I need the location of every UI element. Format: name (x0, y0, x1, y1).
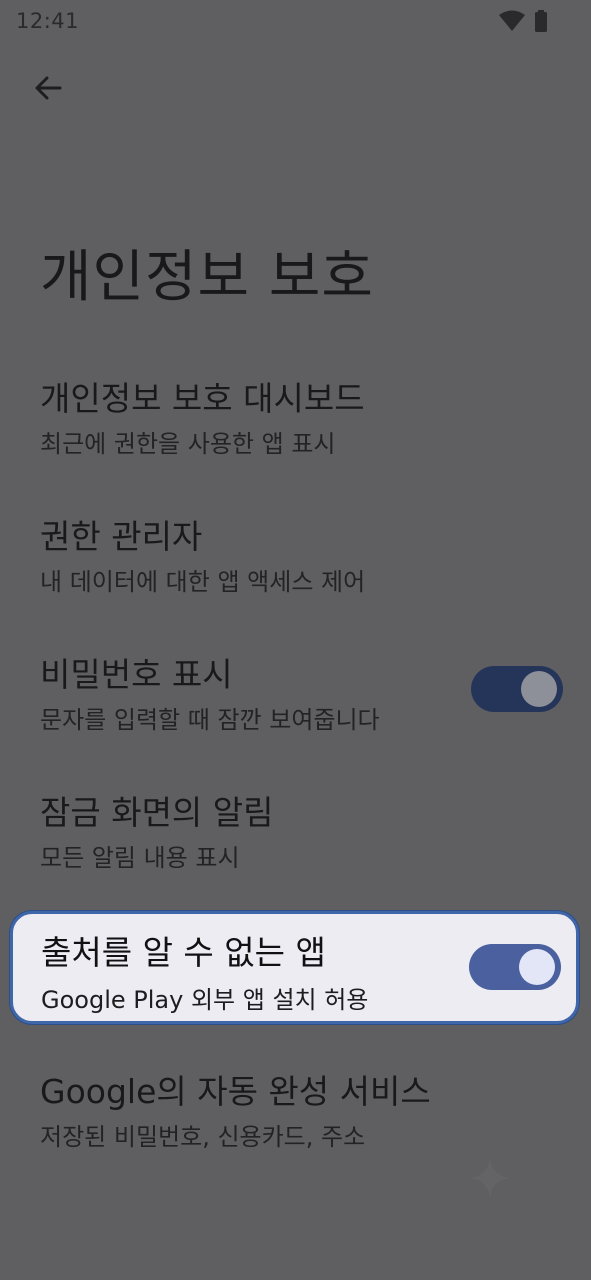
list-item-show-passwords[interactable]: 비밀번호 표시 문자를 입력할 때 잠깐 보여줍니다 (0, 638, 591, 748)
list-item-autofill-service[interactable]: Google의 자동 완성 서비스 저장된 비밀번호, 신용카드, 주소 (0, 1055, 591, 1165)
item-title: 개인정보 보호 대시보드 (40, 379, 365, 418)
list-item-permission-manager[interactable]: 권한 관리자 내 데이터에 대한 앱 액세스 제어 (0, 500, 591, 610)
list-item-lock-screen-notifications[interactable]: 잠금 화면의 알림 모든 알림 내용 표시 (0, 776, 591, 886)
item-title: 출처를 알 수 없는 앱 (41, 933, 326, 972)
toggle-knob (519, 949, 555, 985)
show-passwords-toggle[interactable] (471, 666, 563, 712)
item-subtitle: Google Play 외부 앱 설치 허용 (41, 986, 369, 1014)
item-title: 비밀번호 표시 (40, 655, 233, 694)
toggle-knob (521, 671, 557, 707)
status-time: 12:41 (16, 9, 80, 33)
item-title: 권한 관리자 (40, 517, 203, 556)
back-button[interactable] (22, 64, 74, 116)
item-subtitle: 저장된 비밀번호, 신용카드, 주소 (40, 1123, 366, 1151)
wifi-icon (499, 10, 525, 36)
item-subtitle: 모든 알림 내용 표시 (40, 844, 240, 872)
page-title: 개인정보 보호 (40, 245, 374, 310)
item-title: Google의 자동 완성 서비스 (40, 1072, 431, 1111)
list-item-privacy-dashboard[interactable]: 개인정보 보호 대시보드 최근에 권한을 사용한 앱 표시 (0, 362, 591, 472)
battery-icon (535, 10, 547, 36)
item-subtitle: 최근에 권한을 사용한 앱 표시 (40, 430, 336, 458)
arrow-left-icon (33, 73, 63, 107)
item-title: 잠금 화면의 알림 (40, 793, 274, 832)
sparkle-icon (470, 1158, 510, 1202)
item-subtitle: 문자를 입력할 때 잠깐 보여줍니다 (40, 706, 380, 734)
list-item-unknown-sources[interactable]: 출처를 알 수 없는 앱 Google Play 외부 앱 설치 허용 (10, 911, 579, 1024)
item-subtitle: 내 데이터에 대한 앱 액세스 제어 (40, 568, 366, 596)
unknown-sources-toggle[interactable] (469, 944, 561, 990)
status-bar: 12:41 (0, 0, 591, 44)
